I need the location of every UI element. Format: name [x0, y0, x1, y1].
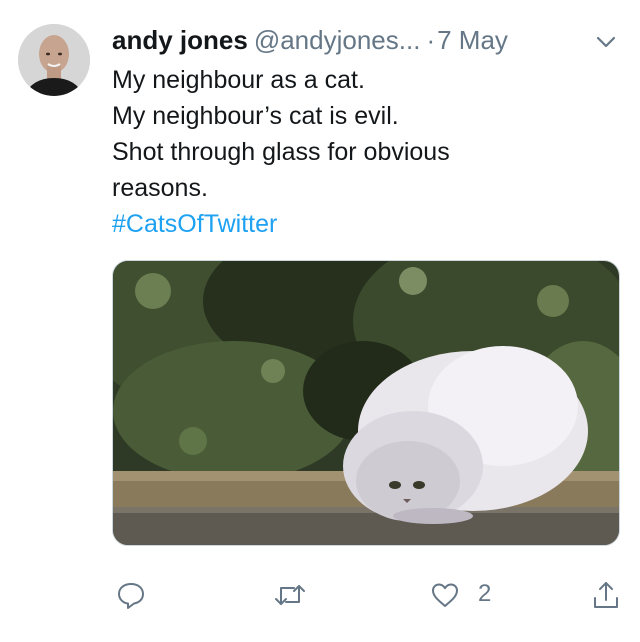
tweet-text: My neighbour as a cat. My neighbour’s ca… [112, 62, 612, 242]
like-count: 2 [478, 580, 492, 607]
tweet-text-line: Shot through glass for obvious [112, 138, 450, 166]
separator-dot: · [426, 25, 436, 55]
author-handle[interactable]: @andyjones... [254, 25, 421, 55]
tweet-photo[interactable] [112, 260, 620, 546]
tweet-text-line: reasons. [112, 174, 208, 202]
heart-icon [432, 583, 458, 607]
tweet-card[interactable]: andy jones @andyjones... ·7 May My neighbo… [0, 0, 640, 642]
retweet-button[interactable] [274, 580, 306, 610]
share-icon [594, 582, 618, 608]
tweet-date[interactable]: 7 May [437, 25, 508, 55]
author-name[interactable]: andy jones [112, 25, 248, 55]
reply-button[interactable] [116, 580, 146, 610]
tweet-header: andy jones @andyjones... ·7 May [112, 22, 622, 62]
tweet-text-line: My neighbour as a cat. [112, 66, 365, 94]
chevron-down-icon[interactable] [594, 30, 618, 54]
tweet-actions: 2 [0, 570, 640, 620]
reply-icon [118, 583, 144, 609]
like-button[interactable]: 2 [430, 580, 500, 610]
share-button[interactable] [592, 580, 620, 610]
tweet-text-line: My neighbour’s cat is evil. [112, 102, 399, 130]
retweet-icon [275, 585, 305, 605]
hashtag-link[interactable]: #CatsOfTwitter [112, 206, 612, 242]
photo-cat-on-fence-image [113, 261, 619, 545]
avatar[interactable] [18, 24, 90, 96]
